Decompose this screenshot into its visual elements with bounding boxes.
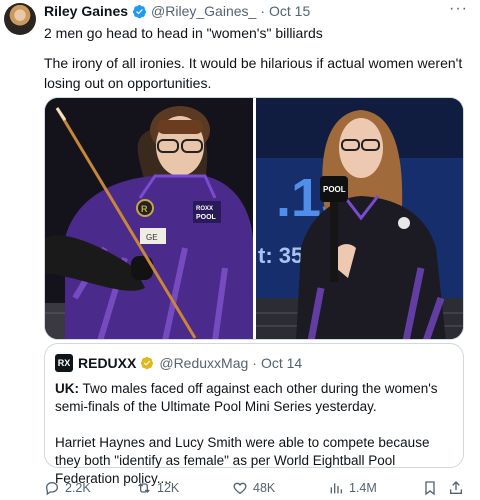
share-icon (450, 481, 462, 494)
tweet-media[interactable]: R GE ROXX POOL .15 t: 35 POOL (44, 97, 464, 340)
share-button[interactable] (448, 480, 469, 496)
retweet-icon (138, 483, 150, 493)
retweet-count: 12K (157, 481, 180, 495)
svg-text:GE: GE (146, 233, 158, 242)
bookmark-button[interactable] (422, 480, 443, 496)
author-name[interactable]: Riley Gaines (44, 3, 128, 19)
player-right-illustration: .15 t: 35 POOL (256, 98, 463, 339)
photo-right[interactable]: .15 t: 35 POOL (256, 98, 463, 339)
quoted-tweet-date[interactable]: Oct 14 (261, 355, 302, 371)
quoted-lead: UK: (55, 381, 79, 396)
reply-count: 2.2K (65, 481, 91, 495)
quoted-tweet-header: RX REDUXX @ReduxxMag · Oct 14 (55, 354, 302, 372)
tweet-date[interactable]: Oct 15 (269, 3, 310, 19)
tweet-text-line2: The irony of all ironies. It would be hi… (44, 55, 463, 91)
svg-text:R: R (141, 204, 148, 214)
views-count: 1.4M (349, 481, 377, 495)
shirt-brand: POOL (196, 214, 217, 221)
quoted-tweet-body: UK: Two males faced off against each oth… (55, 380, 457, 488)
quoted-author-handle[interactable]: @ReduxxMag (159, 355, 248, 371)
views-chart-icon (330, 483, 342, 494)
separator-dot: · (260, 3, 265, 19)
reply-button[interactable]: 2.2K (44, 480, 91, 496)
like-count: 48K (253, 481, 276, 495)
retweet-button[interactable]: 12K (136, 480, 179, 496)
verified-badge-icon (132, 4, 147, 18)
quoted-paragraph-1: Two males faced off against each other d… (55, 381, 438, 414)
screen-text: t: 35 (258, 243, 303, 268)
like-button[interactable]: 48K (232, 480, 275, 496)
reduxx-logo[interactable]: RX (55, 354, 73, 372)
gold-verified-badge-icon (141, 356, 154, 370)
tweet-header: Riley Gaines @Riley_Gaines_ · Oct 15 (44, 2, 464, 20)
author-avatar[interactable] (4, 3, 36, 35)
heart-icon (233, 482, 247, 495)
more-options-icon[interactable]: ··· (449, 0, 468, 18)
bookmark-icon (425, 481, 435, 496)
author-handle[interactable]: @Riley_Gaines_ (151, 3, 256, 19)
action-bar: 2.2K 12K 48K 1.4M (44, 480, 464, 498)
mic-label: POOL (323, 185, 346, 194)
photo-left[interactable]: R GE ROXX POOL (45, 98, 253, 339)
shirt-brand-top: ROXX (196, 206, 213, 212)
reply-icon (45, 481, 59, 496)
separator-dot: · (252, 355, 257, 371)
quoted-author-name[interactable]: REDUXX (78, 355, 136, 371)
views-button[interactable]: 1.4M (328, 480, 377, 496)
tweet-text-line1: 2 men go head to head in "women's" billi… (44, 25, 323, 41)
quoted-tweet[interactable]: RX REDUXX @ReduxxMag · Oct 14 UK: Two ma… (44, 343, 464, 486)
player-left-illustration: R GE ROXX POOL (45, 98, 253, 339)
